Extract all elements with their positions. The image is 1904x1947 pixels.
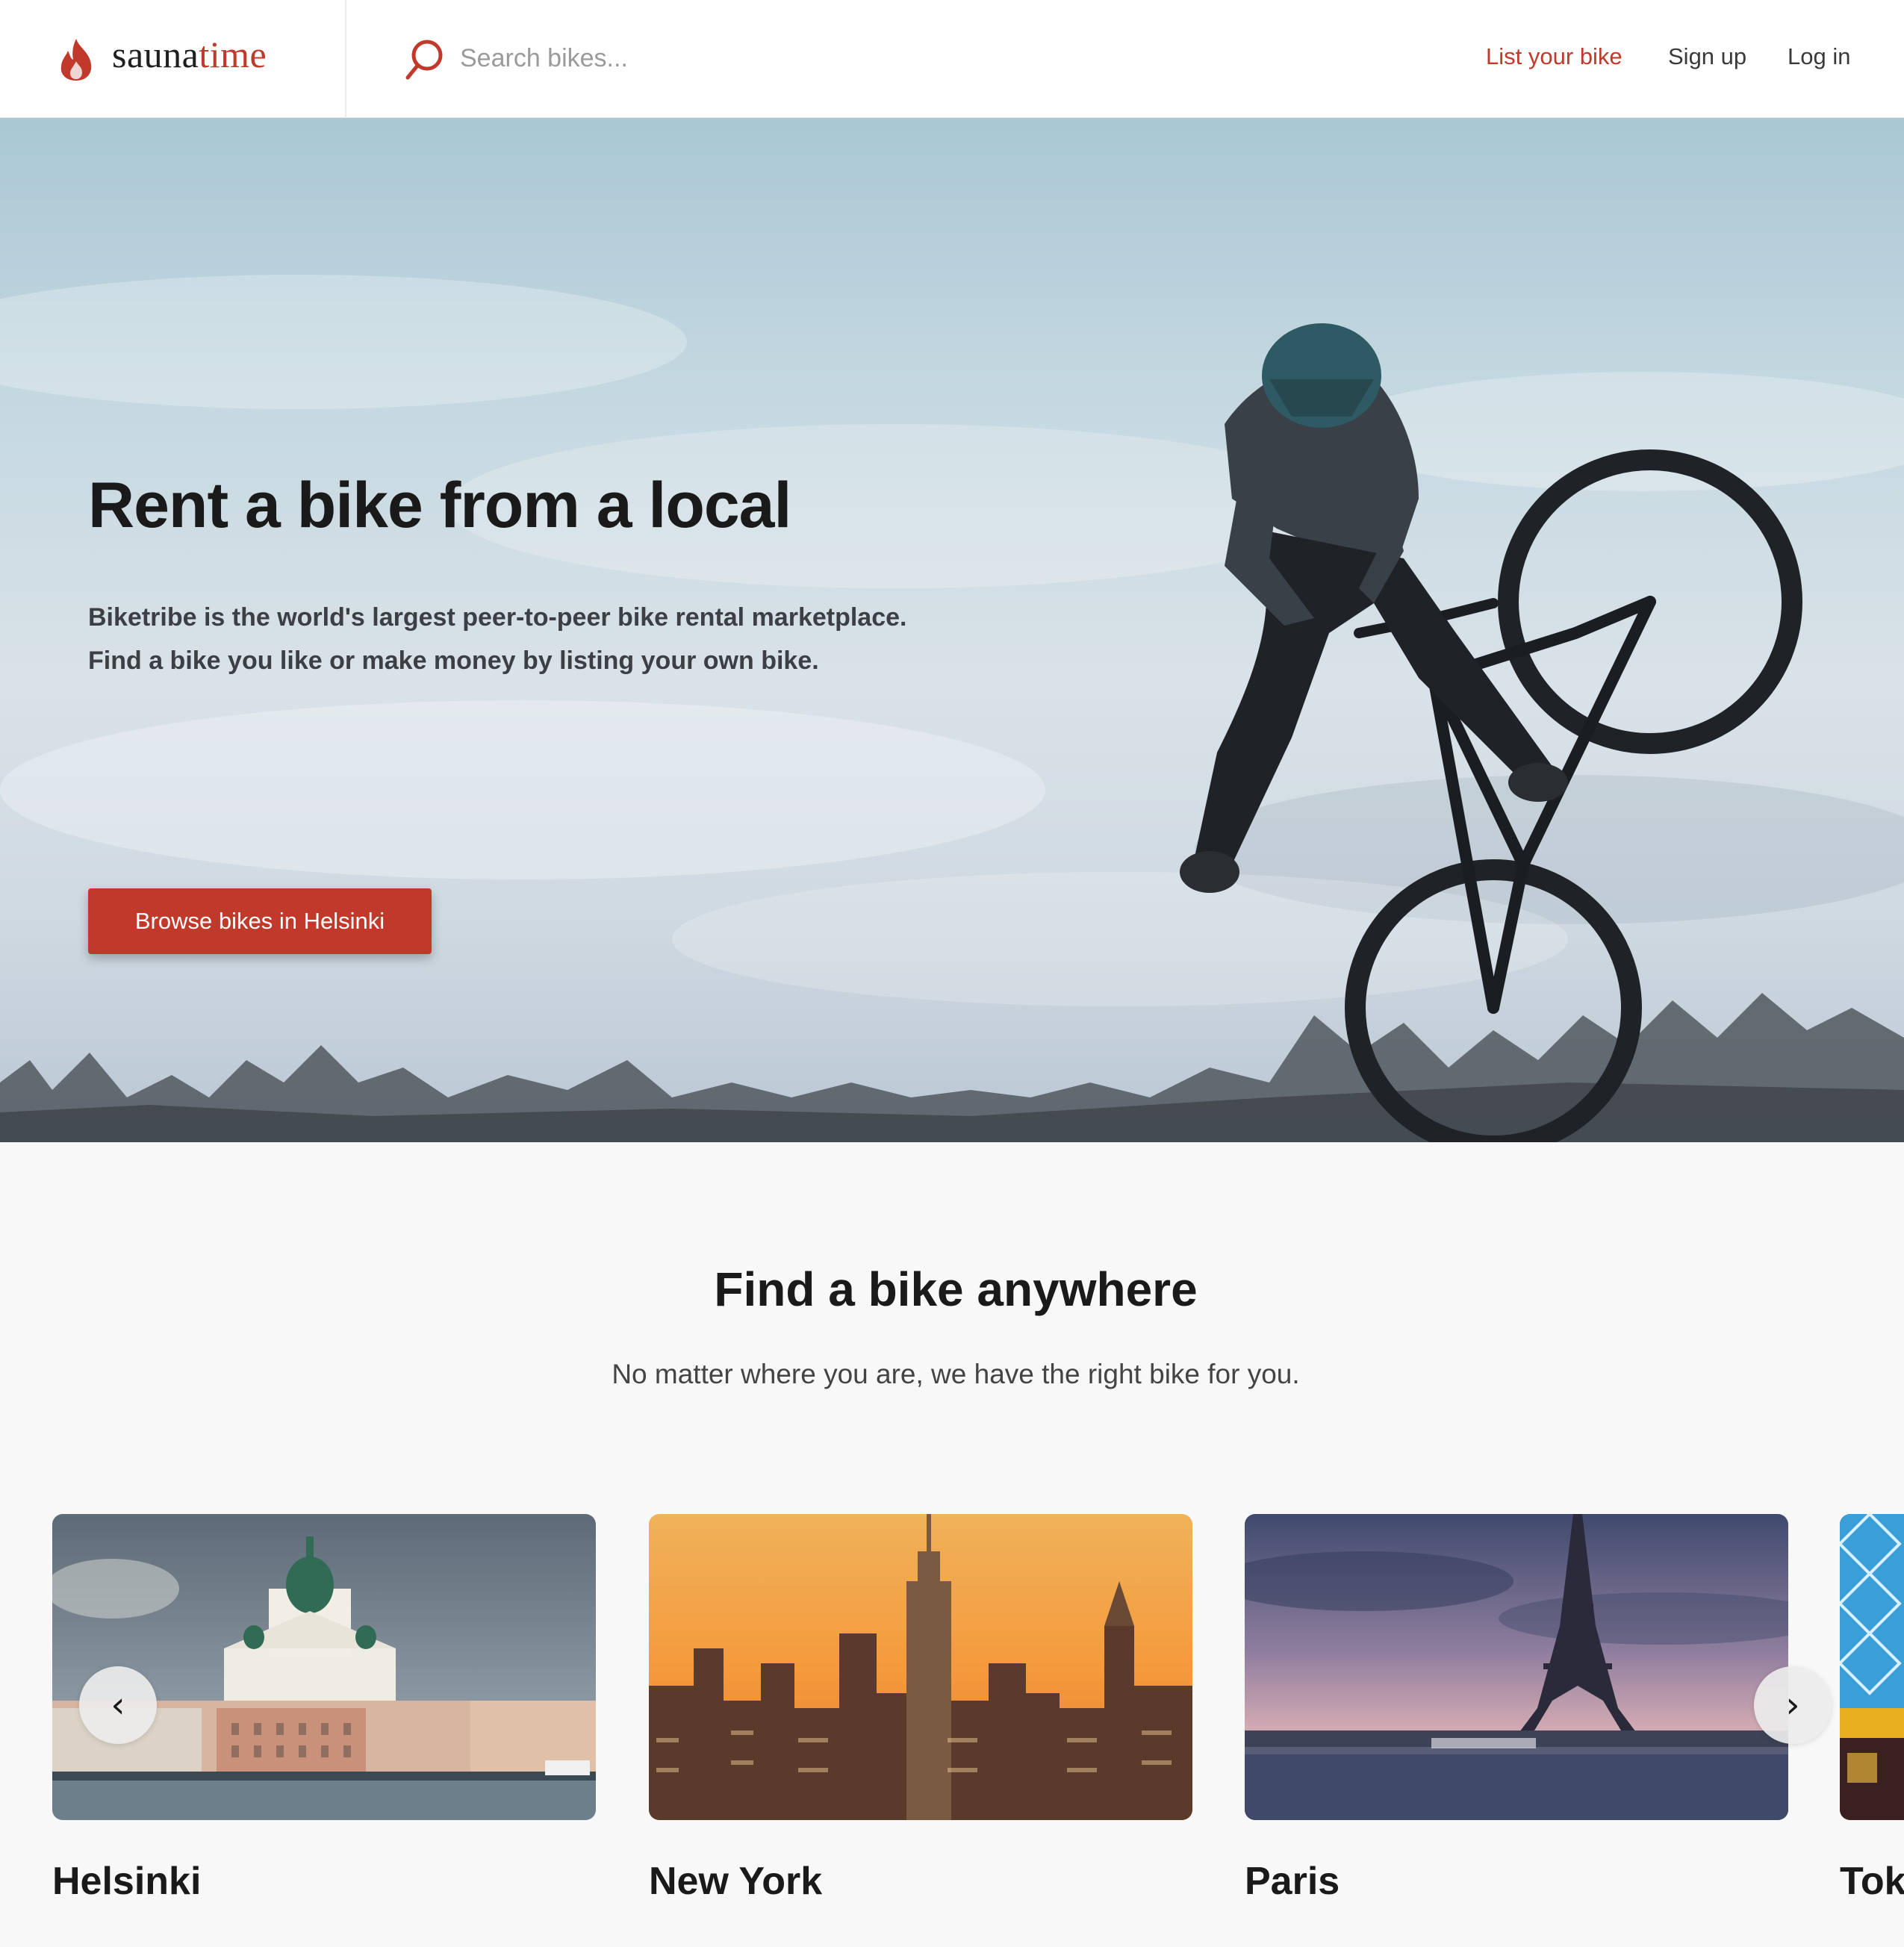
new-york-image	[649, 1514, 1192, 1820]
tokyo-image	[1840, 1514, 1904, 1820]
top-bar: saunatime List your bike Sign up Log in	[0, 0, 1904, 118]
logo-text-part1: sauna	[112, 34, 199, 75]
city-card-tokyo[interactable]	[1840, 1514, 1904, 1820]
flame-logo-icon	[60, 39, 92, 81]
locations-subtitle: No matter where you are, we have the rig…	[612, 1359, 1300, 1389]
list-your-bike-link[interactable]: List your bike	[1486, 43, 1623, 70]
city-card-new-york[interactable]	[649, 1514, 1192, 1820]
paris-image	[1245, 1514, 1788, 1820]
hero-description: Biketribe is the world's largest peer-to…	[88, 603, 907, 675]
locations-title: Find a bike anywhere	[714, 1262, 1198, 1316]
search-icon[interactable]	[405, 39, 444, 81]
hero-title: Rent a bike from a local	[88, 470, 791, 541]
city-card-paris[interactable]	[1245, 1514, 1788, 1820]
city-card-helsinki[interactable]	[52, 1514, 596, 1820]
helsinki-image	[52, 1514, 596, 1820]
logo-link[interactable]: saunatime	[0, 0, 346, 118]
search-input[interactable]	[458, 36, 981, 81]
city-name-paris[interactable]: Paris	[1245, 1859, 1340, 1904]
city-name-tokyo[interactable]: Tok	[1840, 1859, 1904, 1904]
logo-text-part2: time	[199, 34, 267, 75]
browse-bikes-button[interactable]: Browse bikes in Helsinki	[88, 888, 432, 954]
log-in-link[interactable]: Log in	[1788, 43, 1850, 70]
hero-section: Rent a bike from a local Biketribe is th…	[0, 118, 1904, 1142]
city-name-helsinki[interactable]: Helsinki	[52, 1859, 201, 1904]
sign-up-link[interactable]: Sign up	[1668, 43, 1746, 70]
carousel-next-button[interactable]: ›	[1754, 1666, 1832, 1744]
logo-wordmark: saunatime	[112, 33, 267, 76]
city-name-new-york[interactable]: New York	[649, 1859, 822, 1904]
bmx-rider-image	[1180, 323, 1802, 1142]
carousel-prev-button[interactable]: ‹	[79, 1666, 157, 1744]
